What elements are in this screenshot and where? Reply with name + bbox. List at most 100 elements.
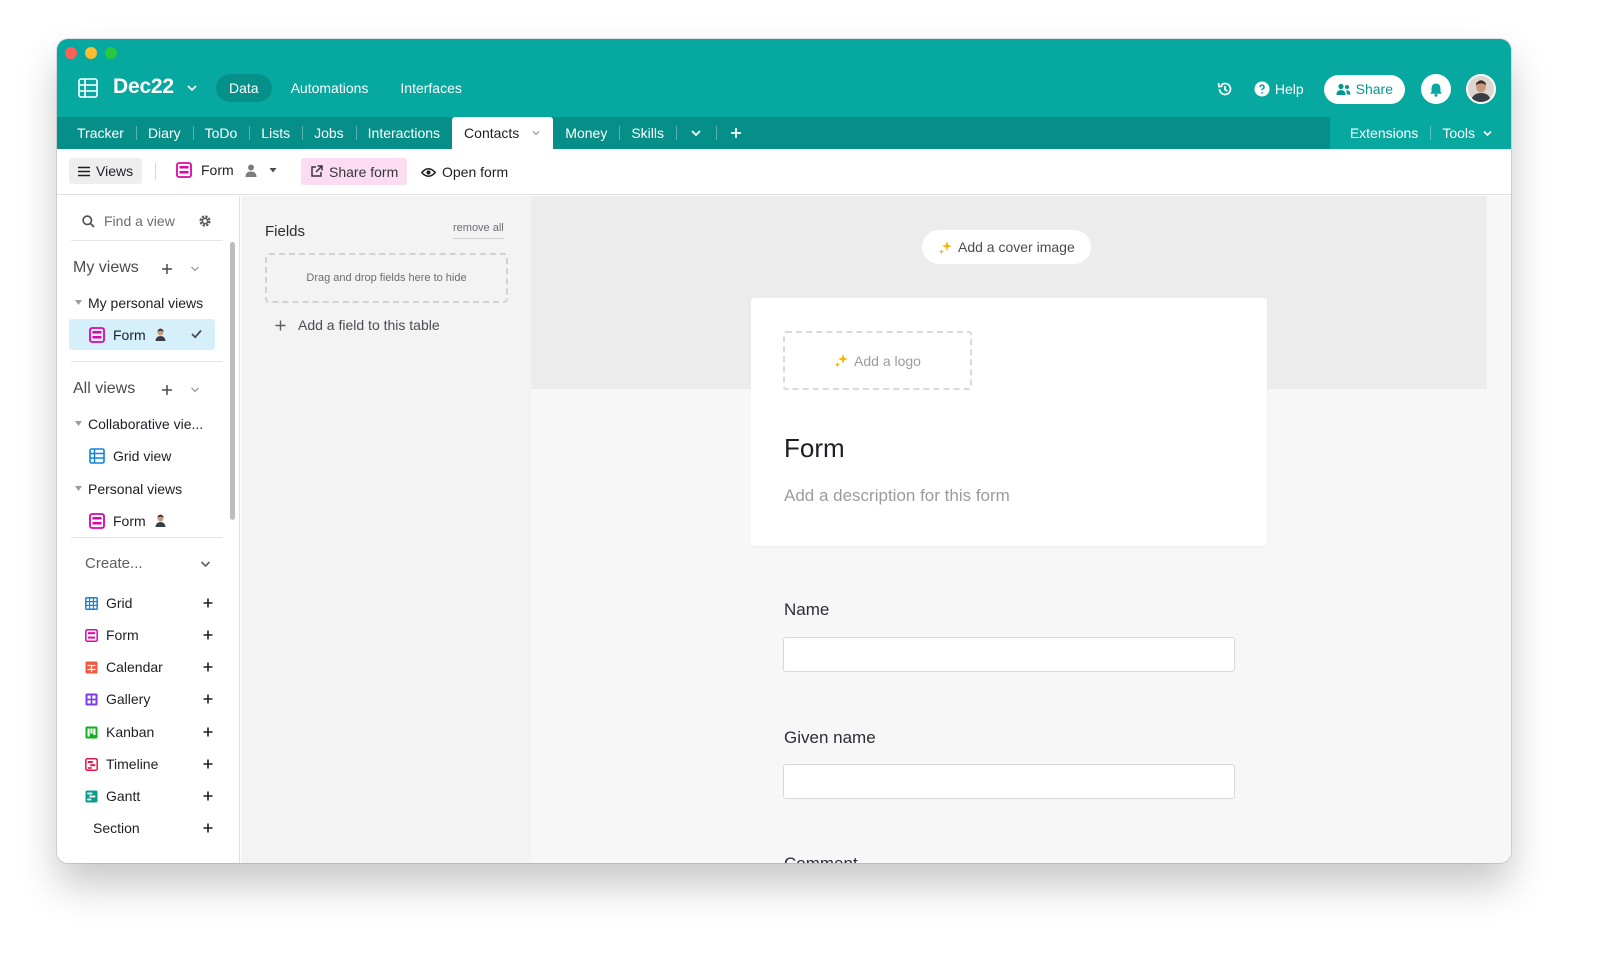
plus-icon (203, 694, 213, 704)
create-grid[interactable]: Grid (85, 595, 213, 611)
share-form-button[interactable]: Share form (301, 158, 408, 185)
notifications-button[interactable] (1421, 74, 1451, 104)
caret-down-icon (269, 168, 277, 173)
plus-icon (203, 759, 213, 769)
chevron-down-icon[interactable] (185, 81, 199, 95)
help-button[interactable]: Help (1254, 81, 1304, 97)
given-name-input[interactable] (783, 764, 1235, 799)
all-views-title: All views (73, 380, 136, 397)
sidebar-item-my-form[interactable]: Form (69, 319, 215, 350)
minimize-window-button[interactable] (85, 47, 97, 59)
question-label-comment: Comment (784, 854, 858, 863)
create-kanban[interactable]: Kanban (85, 724, 213, 740)
close-window-button[interactable] (65, 47, 77, 59)
more-tables-button[interactable] (676, 117, 716, 149)
toolbar-divider (155, 163, 156, 180)
tab-jobs[interactable]: Jobs (302, 117, 356, 149)
remove-all-link[interactable]: remove all (453, 222, 504, 239)
create-view-title[interactable]: Create... (85, 555, 143, 572)
triangle-down-icon (75, 300, 82, 305)
kanban-icon (85, 726, 98, 738)
tab-todo[interactable]: ToDo (192, 117, 250, 149)
sidebar-divider (71, 361, 223, 362)
create-gallery[interactable]: Gallery (85, 691, 213, 707)
share-button[interactable]: Share (1323, 74, 1405, 104)
form-header-card: Add a logo Form Add a description for th… (751, 298, 1267, 546)
triangle-down-icon (75, 421, 82, 426)
table-tab-bar: Tracker Diary ToDo Lists Jobs Interactio… (57, 117, 1511, 149)
nav-automations[interactable]: Automations (278, 74, 382, 102)
form-description[interactable]: Add a description for this form (784, 486, 1010, 506)
tab-diary[interactable]: Diary (135, 117, 193, 149)
window-controls (65, 47, 117, 59)
tab-tracker[interactable]: Tracker (65, 117, 136, 149)
name-input[interactable] (783, 637, 1235, 672)
collaborative-views-group[interactable]: Collaborative vie... (75, 416, 203, 432)
create-section[interactable]: Section (85, 820, 213, 836)
view-toolbar: Views Form Share form Open form (57, 149, 1511, 195)
add-cover-image-button[interactable]: Add a cover image (922, 230, 1091, 264)
personal-views-group[interactable]: Personal views (75, 481, 182, 497)
sidebar-divider (71, 537, 223, 538)
tab-contacts[interactable]: Contacts (452, 117, 554, 149)
views-toggle-button[interactable]: Views (69, 158, 143, 184)
create-gantt[interactable]: Gantt (85, 788, 213, 804)
hidden-fields-panel: Fields remove all Drag and drop fields h… (241, 196, 531, 863)
zoom-window-button[interactable] (105, 47, 117, 59)
add-logo-button[interactable]: Add a logo (783, 331, 972, 390)
create-item-label: Timeline (106, 756, 159, 772)
plus-icon (203, 630, 213, 640)
nav-interfaces[interactable]: Interfaces (387, 74, 474, 102)
chevron-down-icon[interactable] (190, 264, 200, 274)
create-item-label: Kanban (106, 724, 155, 740)
create-item-label: Gallery (106, 691, 151, 707)
tools-button[interactable]: Tools (1430, 125, 1505, 141)
add-view-plus-icon[interactable] (161, 263, 173, 275)
find-view-search[interactable]: Find a view (82, 213, 175, 229)
sidebar-divider (71, 240, 223, 241)
history-icon[interactable] (1216, 80, 1234, 98)
add-table-button[interactable] (716, 117, 756, 149)
tab-money[interactable]: Money (553, 117, 619, 149)
chevron-down-icon[interactable] (200, 559, 211, 569)
table-tabs: Tracker Diary ToDo Lists Jobs Interactio… (65, 117, 756, 149)
my-personal-views-group[interactable]: My personal views (75, 295, 203, 311)
tab-interactions[interactable]: Interactions (355, 117, 452, 149)
add-view-plus-icon[interactable] (161, 384, 173, 396)
sidebar-item-personal-form[interactable]: Form (69, 505, 215, 536)
user-avatar[interactable] (1466, 74, 1496, 104)
check-icon (191, 329, 202, 339)
base-name[interactable]: Dec22 (113, 75, 174, 99)
create-calendar[interactable]: Calendar (85, 659, 213, 675)
nav-data[interactable]: Data (216, 74, 272, 102)
mini-avatar-icon (155, 514, 166, 527)
sidebar-item-grid-view[interactable]: Grid view (69, 440, 215, 471)
extensions-button[interactable]: Extensions (1338, 125, 1430, 141)
sparkle-icon (938, 240, 952, 254)
external-link-icon (311, 165, 323, 177)
form-title[interactable]: Form (784, 433, 845, 464)
open-form-button[interactable]: Open form (421, 164, 508, 180)
question-label-name: Name (784, 600, 830, 619)
create-form[interactable]: Form (85, 627, 213, 643)
gear-icon[interactable] (198, 214, 212, 228)
chevron-down-icon[interactable] (190, 385, 200, 395)
add-field-button[interactable]: Add a field to this table (275, 317, 440, 333)
sidebar-scrollbar[interactable] (230, 242, 235, 520)
current-view-switcher[interactable]: Form (176, 162, 277, 178)
views-sidebar: Find a view My views My personal views F… (57, 196, 240, 863)
open-form-label: Open form (442, 164, 509, 180)
sparkle-icon (834, 354, 849, 368)
create-timeline[interactable]: Timeline (85, 756, 213, 772)
chevron-down-icon (691, 130, 701, 137)
hidden-fields-dropzone[interactable]: Drag and drop fields here to hide (265, 253, 508, 303)
gantt-icon (85, 790, 98, 802)
chevron-down-icon[interactable] (531, 128, 541, 138)
tab-skills[interactable]: Skills (619, 117, 676, 149)
header-actions: Help Share (1216, 74, 1496, 104)
tab-lists[interactable]: Lists (249, 117, 302, 149)
group-label: Personal views (88, 481, 183, 497)
views-label: Views (96, 163, 134, 179)
tools-label: Tools (1442, 125, 1475, 141)
search-icon (82, 214, 95, 228)
